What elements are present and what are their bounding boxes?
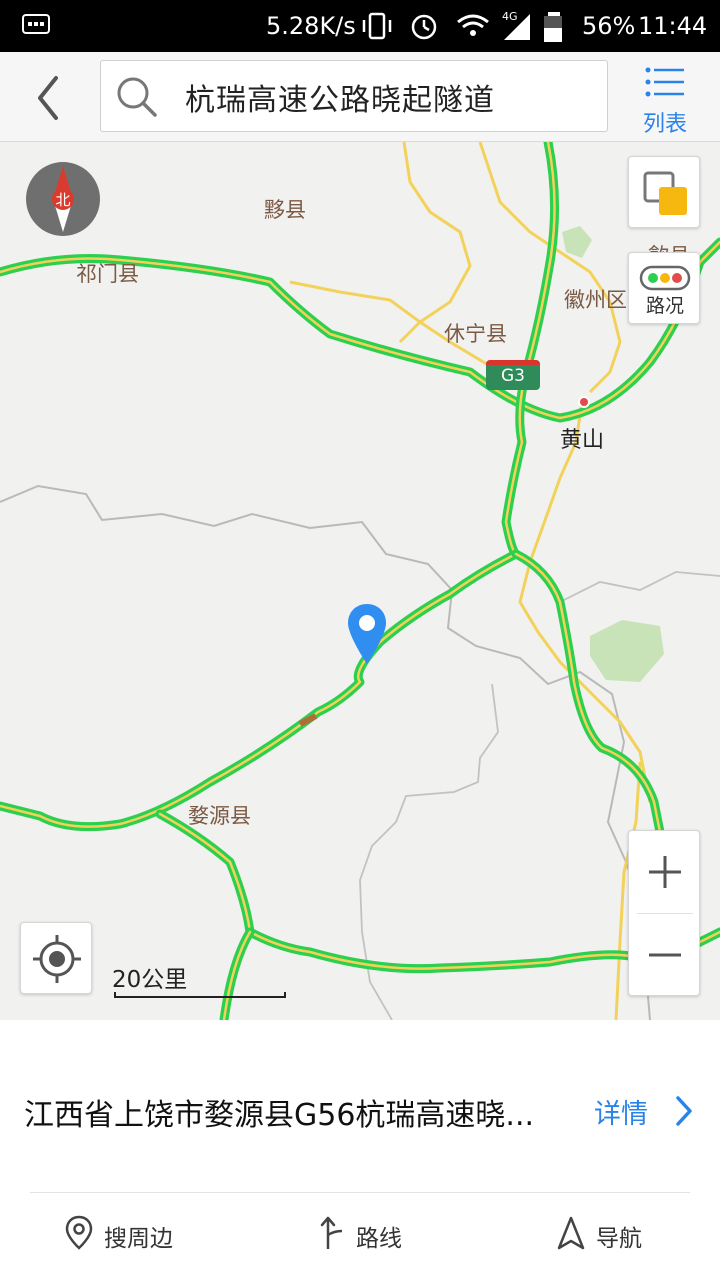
zoom-control [628,830,700,996]
action-bar: 搜周边 路线 导航 [30,1192,690,1280]
traffic-segment [298,713,318,727]
notification-icon [22,14,50,42]
route-button[interactable]: 路线 [316,1211,446,1257]
status-icons: 4G [362,8,564,50]
place-info-panel: 江西省上饶市婺源县G56杭瑞高速晓... 详情 [0,1020,720,1192]
search-header: 杭瑞高速公路晓起隧道 列表 [0,52,720,142]
svg-text:北: 北 [55,191,70,209]
chevron-left-icon [38,76,58,120]
traffic-label: 路况 [645,295,684,317]
locate-me-button[interactable] [20,922,92,994]
scale-bar: 20公里 [112,960,286,998]
place-yixian: 黟县 [264,198,306,222]
details-button[interactable]: 详情 [590,1088,702,1132]
place-huizhou: 徽州区 [564,288,627,312]
search-input[interactable]: 杭瑞高速公路晓起隧道 [100,60,608,132]
layers-button[interactable] [628,156,700,228]
plus-icon [649,856,681,888]
navigate-label: 导航 [596,1226,642,1252]
traffic-button[interactable]: 路况 [628,252,700,324]
svg-text:4G: 4G [502,10,518,23]
place-huangshan: 黄山 [560,428,605,453]
battery-percent: 56% [582,12,636,40]
vibrate-icon [362,12,392,40]
provincial-road [398,142,472,344]
place-xiuning: 休宁县 [444,322,507,346]
park-area [590,620,664,682]
battery-icon [544,12,564,42]
compass-icon: 北 [26,162,100,236]
minus-icon [649,953,681,957]
layers-icon [643,171,687,215]
zoom-in-button[interactable] [629,831,701,913]
search-icon [115,75,159,123]
search-nearby-label: 搜周边 [104,1226,173,1252]
alarm-icon [411,14,437,40]
status-bar: 5.28K/s 4G 56% 11:44 [0,0,720,52]
network-speed: 5.28K/s [266,12,356,40]
search-nearby-button[interactable]: 搜周边 [64,1211,214,1257]
details-label: 详情 [594,1099,648,1130]
place-qimen: 祁门县 [76,262,139,286]
address-text: 江西省上饶市婺源县G56杭瑞高速晓... [24,1098,535,1133]
clock: 11:44 [638,12,708,40]
back-button[interactable] [22,70,78,126]
provincial-road [518,401,652,803]
route-icon [320,1216,343,1249]
park-area [562,226,592,258]
search-query: 杭瑞高速公路晓起隧道 [185,83,495,118]
compass-button[interactable]: 北 [24,160,102,238]
traffic-light-icon [639,265,691,291]
list-label: 列表 [642,112,687,137]
scale-line [114,992,286,998]
highway-shield-g3: G3 [486,360,540,390]
scale-label: 20公里 [112,967,188,993]
map-view[interactable]: 黟县 祁门县 休宁县 徽州区 歙县 黄山 婺源县 G3 北 路况 [0,142,720,1020]
list-icon [645,67,684,97]
crosshair-icon [33,935,81,983]
location-marker-icon [65,1215,93,1250]
county-border [559,571,720,603]
zoom-out-button[interactable] [629,914,701,996]
route-label: 路线 [356,1226,402,1252]
signal-icon: 4G [502,10,530,40]
location-pin-icon[interactable] [346,602,388,668]
city-dot [578,396,590,408]
chevron-right-icon [676,1096,692,1126]
wifi-icon [457,14,489,36]
place-wuyuan: 婺源县 [188,804,251,828]
navigation-arrow-icon [557,1216,585,1250]
province-border [0,484,651,1020]
navigate-button[interactable]: 导航 [556,1211,676,1257]
list-button[interactable]: 列表 [630,62,700,138]
